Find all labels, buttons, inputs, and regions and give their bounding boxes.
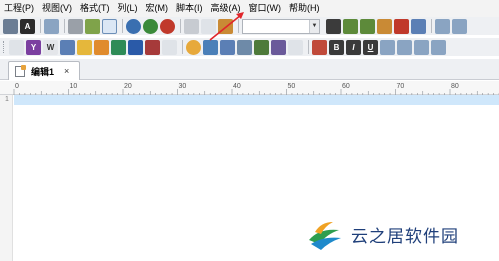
underline-button[interactable]: U: [363, 39, 378, 55]
page-icon[interactable]: [288, 39, 303, 55]
word-icon[interactable]: [128, 39, 143, 55]
ruler-label: 40: [233, 83, 241, 90]
ruler-label: 10: [70, 83, 78, 90]
print-preview-icon[interactable]: [3, 18, 18, 34]
toolbar-separator: [64, 19, 65, 33]
browser-chrome-icon[interactable]: [9, 39, 24, 55]
ruler-label: 20: [124, 83, 132, 90]
find-in-files-icon[interactable]: [377, 18, 392, 34]
document-tab-strip: 编辑1 ×: [0, 59, 499, 80]
cut-icon[interactable]: [184, 18, 199, 34]
stop-icon[interactable]: [160, 18, 175, 34]
paste-icon[interactable]: [218, 18, 233, 34]
replace-icon[interactable]: [394, 18, 409, 34]
toolbar-separator: [182, 40, 183, 54]
align-right-icon[interactable]: [414, 39, 429, 55]
orb-icon[interactable]: [186, 39, 201, 55]
close-icon[interactable]: ×: [64, 66, 69, 76]
find-next-icon[interactable]: [343, 18, 358, 34]
chevron-down-icon[interactable]: ▼: [309, 19, 319, 33]
ruler-graphic: 0102030405060708090: [13, 83, 499, 95]
excel-icon[interactable]: [111, 39, 126, 55]
current-line-highlight: [14, 95, 499, 105]
tab-edit1[interactable]: 编辑1 ×: [8, 61, 80, 80]
toolbar-grip[interactable]: [3, 41, 6, 53]
line-number: 1: [5, 96, 9, 103]
watermark-text: 云之居软件园: [351, 226, 459, 247]
toolbar-separator: [308, 40, 309, 54]
font-icon[interactable]: A: [20, 18, 35, 34]
access-icon[interactable]: [145, 39, 160, 55]
menu-format[interactable]: 格式(T): [76, 0, 114, 17]
watermark: 云之居软件园: [305, 212, 495, 256]
align-center-icon[interactable]: [397, 39, 412, 55]
binoculars-icon[interactable]: [326, 18, 341, 34]
menu-column[interactable]: 列(L): [114, 0, 142, 17]
list-icon[interactable]: [435, 18, 450, 34]
find-prev-icon[interactable]: [360, 18, 375, 34]
browser-icon[interactable]: [60, 39, 75, 55]
database-icon[interactable]: [203, 39, 218, 55]
brush-icon[interactable]: [271, 39, 286, 55]
toolbar-separator: [431, 19, 432, 33]
menu-advanced[interactable]: 高级(A): [207, 0, 245, 17]
tool-icon[interactable]: [254, 39, 269, 55]
italic-button[interactable]: I: [346, 39, 361, 55]
toolbar-separator: [122, 19, 123, 33]
html-table-icon[interactable]: [312, 39, 327, 55]
column-ruler: 0102030405060708090: [0, 81, 499, 95]
secondary-toolbar: Y W B I U: [0, 38, 499, 56]
tab-label: 编辑1: [31, 66, 55, 77]
menu-macro[interactable]: 宏(M): [142, 0, 173, 17]
toolbar-separator: [40, 19, 41, 33]
bold-button[interactable]: B: [329, 39, 344, 55]
watermark-logo-icon: [309, 222, 341, 250]
copy-icon[interactable]: [201, 18, 216, 34]
column-mode-icon[interactable]: [68, 18, 83, 34]
image-icon[interactable]: [94, 39, 109, 55]
word-wrap-icon[interactable]: [102, 18, 117, 34]
menu-bar: 工程(P) 视图(V) 格式(T) 列(L) 宏(M) 脚本(I) 高级(A) …: [0, 0, 499, 17]
windows-icon[interactable]: [162, 39, 177, 55]
globe-icon[interactable]: [126, 18, 141, 34]
wiki-icon[interactable]: W: [43, 39, 58, 55]
align-left-icon[interactable]: [380, 39, 395, 55]
yahoo-icon[interactable]: Y: [26, 39, 41, 55]
record-macro-icon[interactable]: [143, 18, 158, 34]
replace-in-files-icon[interactable]: [411, 18, 426, 34]
ruler-label: 70: [397, 83, 405, 90]
ruler-label: 80: [451, 83, 459, 90]
outline-icon[interactable]: [452, 18, 467, 34]
document-icon[interactable]: [44, 18, 59, 34]
menu-project[interactable]: 工程(P): [0, 0, 38, 17]
ruler-label: 30: [179, 83, 187, 90]
screen-icon[interactable]: [237, 39, 252, 55]
document-icon: [15, 64, 26, 77]
ruler-label: 0: [15, 83, 19, 90]
help-icon[interactable]: [77, 39, 92, 55]
align-justify-icon[interactable]: [431, 39, 446, 55]
menu-help[interactable]: 帮助(H): [285, 0, 324, 17]
line-number-gutter: 1: [0, 95, 13, 261]
ruler-label: 50: [288, 83, 296, 90]
main-toolbar: A ▼: [0, 17, 499, 35]
menu-script[interactable]: 脚本(I): [172, 0, 207, 17]
hex-mode-icon[interactable]: [85, 18, 100, 34]
toolbar-separator: [180, 19, 181, 33]
search-combo[interactable]: ▼: [242, 18, 320, 34]
menu-view[interactable]: 视图(V): [38, 0, 76, 17]
menu-window[interactable]: 窗口(W): [245, 0, 286, 17]
search-doc-icon[interactable]: [220, 39, 235, 55]
toolbar-separator: [238, 19, 239, 33]
ruler-label: 60: [342, 83, 350, 90]
